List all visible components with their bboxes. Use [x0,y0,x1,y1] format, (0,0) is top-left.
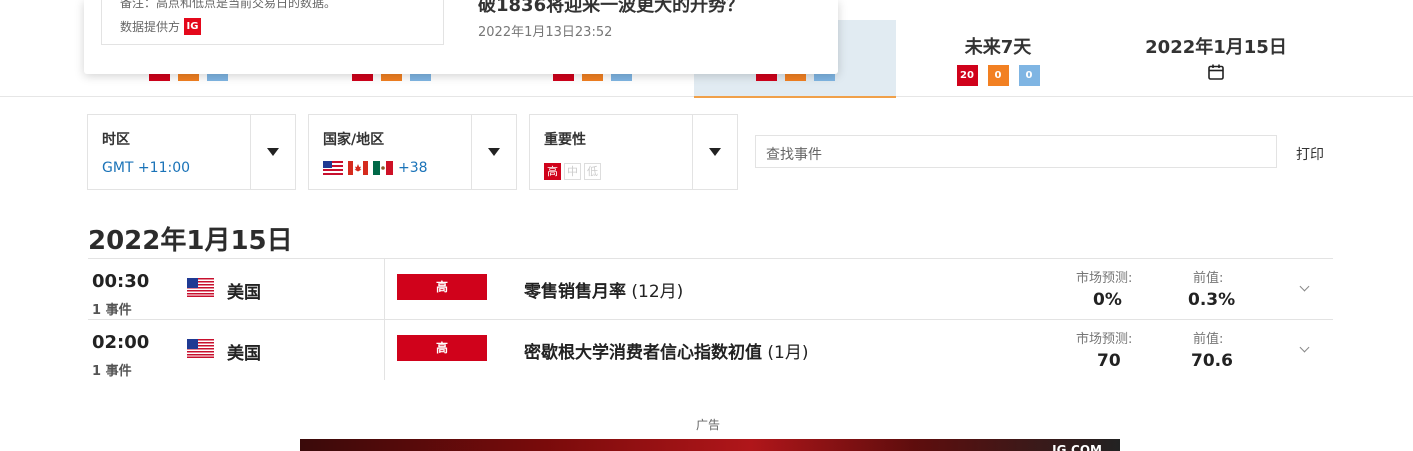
previous-value: 70.6 [1191,351,1233,371]
expand-chevron-icon[interactable] [1299,342,1310,353]
event-row[interactable]: 02:00 1 事件 美国 高 密歇根大学消费者信心指数初值 (1月) 市场预测… [88,319,1333,380]
caret-down-icon [709,148,721,156]
event-period: (12月) [631,282,684,302]
ad-banner[interactable]: IG.COM [300,439,1120,451]
filter-label: 国家/地区 [323,132,385,148]
event-count: 1 事件 [92,364,132,379]
importance-badge: 高 [397,335,487,361]
forecast-value: 0% [1093,290,1122,310]
event-period: (1月) [767,343,809,363]
row-divider [384,259,385,319]
day-strip: 未来7天 20 0 0 2022年1月15日 备注：高点和低点是当前交易日的数据… [0,0,1413,98]
event-name: 密歇根大学消费者信心指数初值 [524,343,762,363]
news-timestamp: 2022年1月13日23:52 [478,25,613,40]
ig-logo[interactable]: IG [184,18,202,35]
low-count-badge: 0 [1018,65,1040,86]
ad-text: IG.COM [1052,443,1102,451]
data-provider: 数据提供方 IG [120,18,202,35]
filter-label: 时区 [102,132,130,148]
event-name: 零售销售月率 [524,282,626,302]
us-flag-icon [187,278,214,297]
day-tab-title: 2022年1月15日 [1145,37,1287,58]
us-flag-icon [323,161,343,175]
importance-medium-chip[interactable]: 中 [564,163,581,180]
date-heading: 2022年1月15日 [88,226,293,256]
country-flags: +38 [323,160,428,176]
caret-down-icon [488,148,500,156]
event-time: 02:00 [92,332,150,353]
filter-label: 重要性 [544,132,586,148]
more-countries-count: +38 [398,160,428,176]
previous-value: 0.3% [1188,290,1236,310]
forecast-value: 70 [1097,351,1121,371]
data-note-box: 备注：高点和低点是当前交易日的数据。 数据提供方 IG [101,0,444,45]
importance-filter[interactable]: 重要性 高 中 低 [529,114,738,190]
search-placeholder: 查找事件 [766,147,822,163]
event-title[interactable]: 密歇根大学消费者信心指数初值 (1月) [524,338,809,363]
day-tab-title: 未来7天 [964,37,1032,58]
data-note: 备注：高点和低点是当前交易日的数据。 [120,0,337,10]
importance-badge: 高 [397,274,487,300]
market-popup-card: 备注：高点和低点是当前交易日的数据。 数据提供方 IG 破1836将迎来一波更大… [84,0,838,74]
expand-chevron-icon[interactable] [1299,281,1310,292]
calendar-icon[interactable] [1207,63,1225,85]
previous-label: 前值: [1193,332,1224,347]
day-tab-next-7-days[interactable]: 未来7天 20 0 0 [918,0,1078,96]
event-row[interactable]: 00:30 1 事件 美国 高 零售销售月率 (12月) 市场预测: 0% 前值… [88,258,1333,319]
dropdown-toggle[interactable] [471,115,516,189]
news-headline-link[interactable]: 破1836将迎来一波更大的升势？ [478,0,744,17]
caret-down-icon [267,148,279,156]
dropdown-toggle[interactable] [250,115,295,189]
forecast-label: 市场预测: [1076,332,1133,347]
country-filter[interactable]: 国家/地区 +38 [308,114,517,190]
day-tab-date-picker[interactable]: 2022年1月15日 [1130,0,1302,96]
importance-low-chip[interactable]: 低 [584,163,601,180]
us-flag-icon [187,339,214,358]
provider-label: 数据提供方 [120,20,181,34]
forecast-label: 市场预测: [1076,271,1133,286]
print-button[interactable]: 打印 [1296,144,1324,164]
importance-levels: 高 中 低 [544,161,601,180]
event-country: 美国 [227,283,261,303]
medium-count-badge: 0 [987,65,1009,86]
row-divider [384,320,385,380]
event-time: 00:30 [92,271,150,292]
event-title[interactable]: 零售销售月率 (12月) [524,277,683,302]
ad-label: 广告 [696,418,721,432]
mx-flag-icon [373,161,393,175]
importance-high-chip[interactable]: 高 [544,163,561,180]
event-country: 美国 [227,344,261,364]
dropdown-toggle[interactable] [692,115,737,189]
ca-flag-icon [348,161,368,175]
timezone-value: GMT +11:00 [102,160,191,176]
high-count-badge: 20 [956,65,978,86]
event-search-input[interactable]: 查找事件 [755,135,1277,168]
event-count: 1 事件 [92,303,132,318]
previous-label: 前值: [1193,271,1224,286]
timezone-filter[interactable]: 时区 GMT +11:00 [87,114,296,190]
